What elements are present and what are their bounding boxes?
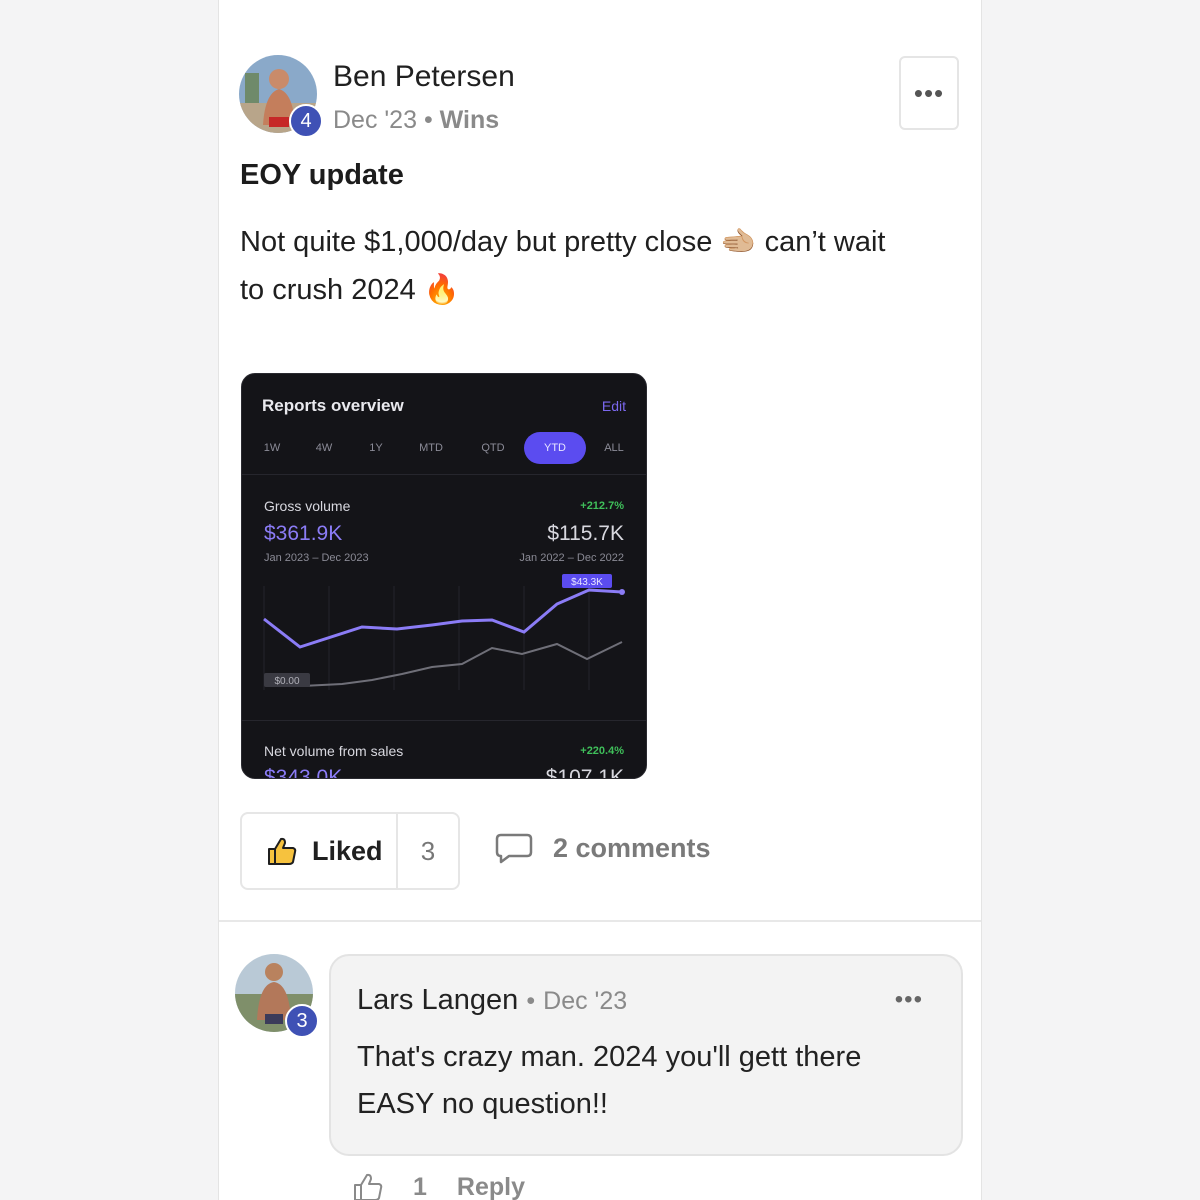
chart-gridlines [263,586,590,690]
comment-date: Dec '23 [543,987,628,1015]
range-tab-all: ALL [604,442,624,454]
comment-bubble: Lars Langen • Dec '23 ••• That's crazy m… [329,954,963,1156]
post-body-line1-end: can’t wait [764,226,886,258]
author-level-badge: 4 [289,104,323,138]
thumbs-up-outline-icon[interactable] [351,1172,385,1200]
report-divider [242,474,646,475]
comments-count-label: 2 comments [553,832,711,863]
liked-label: Liked [312,835,383,866]
net-volume-change: +220.4% [580,745,624,757]
gross-volume-previous: $115.7K [547,522,624,545]
range-tab-qtd: QTD [481,442,505,454]
range-tab-mtd: MTD [419,442,443,454]
post-category[interactable]: Wins [440,106,500,134]
net-volume-previous: $107.1K [545,766,624,779]
post-date: Dec '23 [333,106,417,134]
range-tab-ytd: YTD [524,432,586,464]
comment-separator: • [526,987,536,1015]
comment-bubble-icon [495,833,533,864]
report-edit-link: Edit [601,398,626,414]
report-title: Reports overview [262,396,404,415]
previous-period-line [301,641,623,687]
commenter-level-badge: 3 [285,1004,319,1038]
report-divider-2 [242,720,646,721]
gross-volume-label: Gross volume [264,498,351,514]
comment-text-line1: That's crazy man. 2024 you'll gett there [357,1041,862,1073]
range-tab-1w: 1W [263,442,281,454]
like-control: Liked 3 [240,812,460,890]
post-title: EOY update [240,159,404,191]
post-more-button[interactable]: ••• [899,56,959,130]
report-range-tabs: 1W 4W 1Y MTD QTD YTD ALL [252,432,638,464]
post-meta: Dec '23 • Wins [333,106,499,135]
net-volume-current: $343.0K [264,766,343,779]
like-count[interactable]: 3 [398,836,458,867]
meta-separator: • [423,106,433,134]
comment-actions: 1 Reply [351,1172,525,1200]
author-name[interactable]: Ben Petersen [333,60,515,94]
fire-emoji: 🔥 [423,272,460,306]
like-button[interactable]: Liked [242,814,398,888]
range-tab-4w: 4W [315,442,333,454]
zero-label: $0.00 [274,676,299,687]
current-period-line [263,588,623,649]
comment-more-button[interactable]: ••• [895,986,923,1014]
post-image-reports-overview[interactable]: Reports overview Edit 1W 4W 1Y MTD QTD Y… [241,373,647,779]
gross-current-range: Jan 2023 – Dec 2023 [264,552,369,564]
net-volume-label: Net volume from sales [264,743,404,759]
hand-emoji: 🫲🏼 [720,224,757,258]
thumbs-up-icon [268,837,297,865]
post-divider [219,920,981,922]
range-tab-1y: 1Y [369,442,383,454]
reply-button[interactable]: Reply [457,1173,525,1200]
comment-text-line2: EASY no question!! [357,1088,608,1120]
more-icon: ••• [894,986,923,1013]
more-icon: ••• [913,77,945,108]
comments-link[interactable]: 2 comments [495,832,711,864]
peak-label: $43.3K [571,577,603,588]
gross-volume-change: +212.7% [580,500,624,512]
comment-header: Lars Langen • Dec '23 [357,984,627,1017]
post-body: Not quite $1,000/day but pretty close 🫲🏼… [240,218,960,314]
gross-volume-current: $361.9K [264,522,343,545]
post-body-line2: to crush 2024 [240,274,416,306]
post-card: 4 Ben Petersen Dec '23 • Wins ••• EOY up… [218,0,982,1200]
comment-like-count[interactable]: 1 [413,1173,427,1200]
commenter-name[interactable]: Lars Langen [357,984,518,1016]
gross-previous-range: Jan 2022 – Dec 2022 [519,552,624,564]
current-period-endpoint [619,589,625,595]
post-body-line1: Not quite $1,000/day but pretty close [240,226,713,258]
gross-volume-chart: $43.3K $0.00 [263,574,625,690]
comment-text: That's crazy man. 2024 you'll gett there… [357,1034,937,1128]
